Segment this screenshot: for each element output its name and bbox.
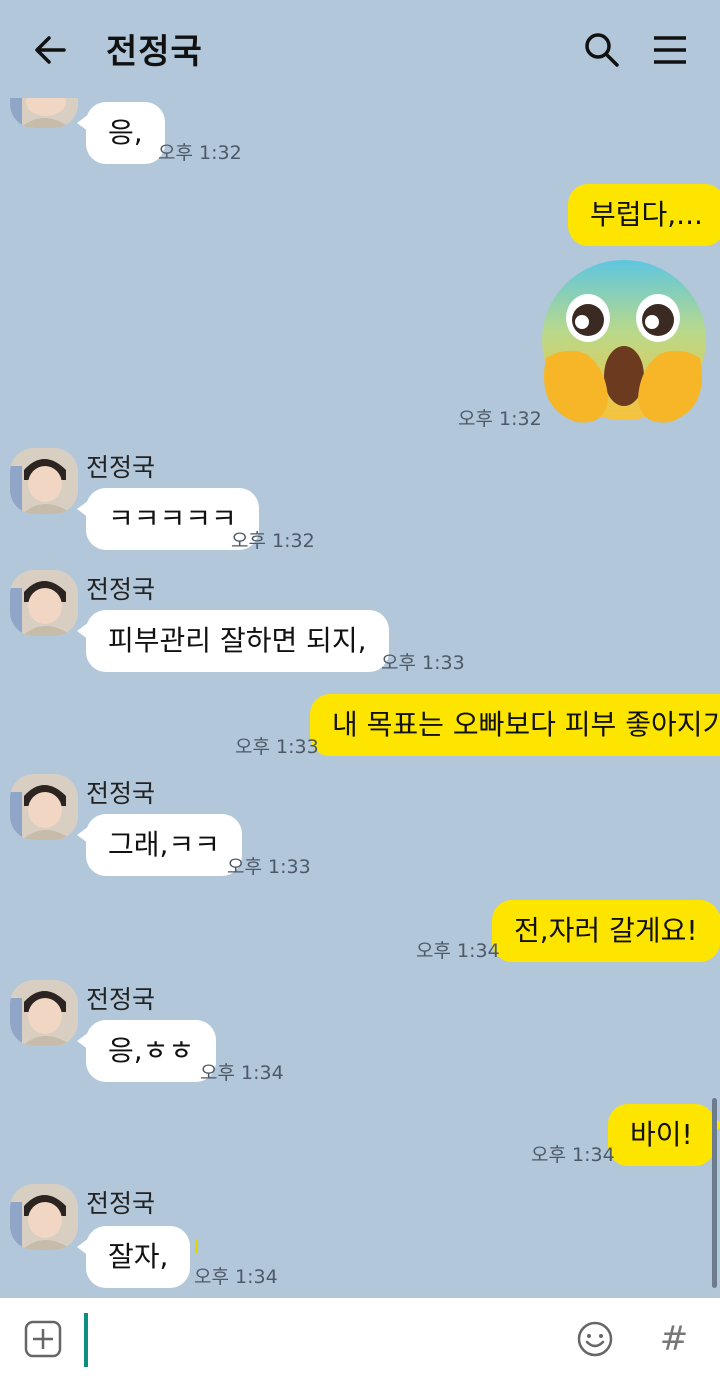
smiley-icon[interactable]	[576, 1320, 614, 1358]
message-text: 그래,ㅋㅋ	[108, 828, 220, 861]
message-text: ㅋㅋㅋㅋㅋ	[108, 502, 237, 535]
message-text: 전,자러 갈게요!	[514, 914, 698, 947]
plus-square-icon[interactable]	[24, 1320, 62, 1358]
message-time: 오후 1:32	[458, 408, 542, 430]
avatar[interactable]	[10, 570, 78, 636]
message-bubble[interactable]: 응,ㅎㅎ	[76, 1020, 217, 1082]
avatar-photo	[10, 448, 78, 514]
arrow-left-icon[interactable]	[30, 32, 70, 68]
hamburger-menu-icon[interactable]	[650, 30, 690, 70]
avatar-photo	[10, 980, 78, 1046]
message-bubble[interactable]: 잘자,	[76, 1226, 191, 1288]
avatar[interactable]	[10, 774, 78, 840]
message-time: 오후 1:32	[158, 142, 242, 164]
message-bubble[interactable]: 부럽다,...	[568, 184, 720, 246]
avatar-photo	[10, 774, 78, 840]
scrollbar[interactable]	[712, 1098, 717, 1288]
sender-name: 전정국	[86, 453, 156, 482]
message-text: 응,	[108, 116, 143, 149]
message-time: 오후 1:33	[235, 736, 319, 758]
message-text: 잘자,	[108, 1240, 169, 1273]
sender-name: 전정국	[86, 779, 156, 808]
message-text: 부럽다,...	[590, 198, 703, 231]
avatar[interactable]	[10, 1184, 78, 1250]
avatar[interactable]	[10, 980, 78, 1046]
message-list[interactable]: 응, 오후 1:32 부럽다,... 오후 1:32 전정국 ㅋㅋㅋㅋㅋ 오후 …	[0, 98, 720, 1298]
message-bubble[interactable]: 바이!	[608, 1104, 720, 1166]
message-text: 내 목표는 오빠보다 피부 좋아지기,	[332, 708, 720, 741]
chat-title: 전정국	[106, 32, 203, 72]
avatar-photo	[10, 570, 78, 636]
message-text: 피부관리 잘하면 되지,	[108, 624, 367, 657]
message-time: 오후 1:33	[381, 652, 465, 674]
chat-header: 전정국	[0, 0, 720, 98]
message-bubble[interactable]: 전,자러 갈게요!	[492, 900, 720, 962]
message-input[interactable]	[82, 1312, 552, 1368]
avatar[interactable]	[10, 448, 78, 514]
avatar[interactable]	[10, 98, 78, 128]
message-input-bar: #	[0, 1298, 720, 1382]
message-bubble[interactable]: 그래,ㅋㅋ	[77, 814, 242, 876]
message-time: 오후 1:32	[231, 530, 315, 552]
sender-name: 전정국	[86, 575, 156, 604]
fear-scream-emoji[interactable]	[536, 258, 710, 428]
hashtag-button[interactable]: #	[656, 1314, 692, 1364]
message-time: 오후 1:34	[200, 1062, 284, 1084]
avatar-photo	[10, 98, 78, 128]
chat-screen: 전정국 응, 오후 1:32 부럽다,... 오후 1:32 전정국 ㅋㅋㅋㅋㅋ…	[0, 0, 720, 1382]
avatar-photo	[10, 1184, 78, 1250]
text-cursor	[84, 1313, 88, 1367]
message-time: 오후 1:34	[194, 1266, 278, 1288]
message-time: 오후 1:34	[416, 940, 500, 962]
sender-name: 전정국	[86, 1189, 156, 1218]
message-text: 응,ㅎㅎ	[108, 1034, 195, 1067]
unread-marker	[195, 1239, 198, 1253]
search-icon[interactable]	[582, 30, 622, 70]
message-time: 오후 1:33	[227, 856, 311, 878]
sender-name: 전정국	[86, 985, 156, 1014]
message-bubble[interactable]: 응,	[77, 102, 165, 164]
message-bubble[interactable]: 피부관리 잘하면 되지,	[77, 610, 389, 672]
message-bubble[interactable]: 내 목표는 오빠보다 피부 좋아지기,	[310, 694, 720, 756]
message-time: 오후 1:34	[531, 1144, 615, 1166]
message-text: 바이!	[630, 1118, 693, 1151]
